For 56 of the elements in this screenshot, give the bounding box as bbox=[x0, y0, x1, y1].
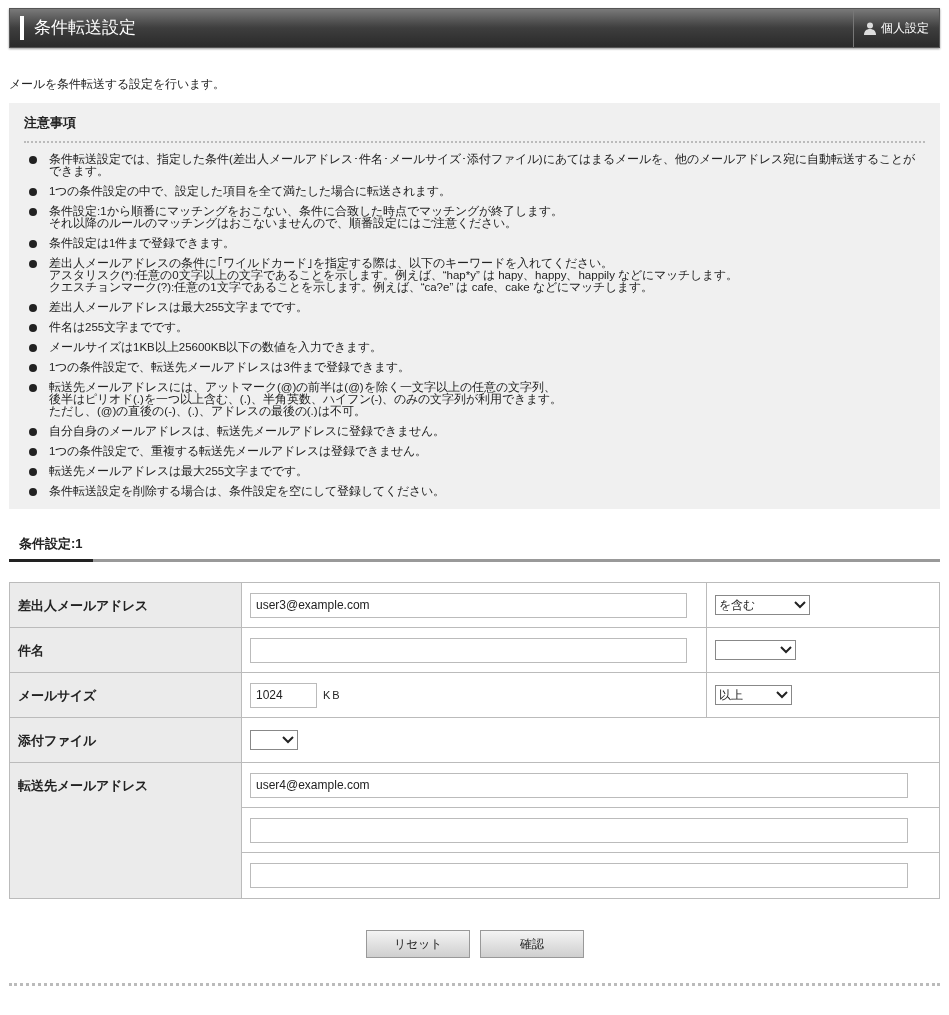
chevron-down-icon bbox=[282, 736, 294, 744]
personal-settings-link[interactable]: 個人設定 bbox=[853, 9, 939, 47]
dropdown[interactable] bbox=[250, 730, 298, 750]
field-label: 転送先メールアドレス bbox=[18, 778, 148, 793]
accent-bar bbox=[20, 16, 24, 40]
bullet-icon bbox=[29, 363, 37, 372]
bullet-icon bbox=[29, 303, 37, 312]
notes-title: 注意事項 bbox=[24, 113, 925, 143]
note-text: 条件設定は1件まで登録できます。 bbox=[49, 236, 236, 249]
bullet-icon bbox=[29, 467, 37, 476]
note-text: 条件設定:1から順番にマッチングをおこない、条件に合致した時点でマッチングが終了します。 それ以降のルールのマッチングはおこないませんので、順番設定にはご注意ください。 bbox=[49, 204, 563, 229]
note-text: メールサイズは1KB以上25600KB以下の数値を入力できます。 bbox=[49, 340, 383, 353]
input-field[interactable] bbox=[250, 637, 687, 663]
note-text: 1つの条件設定で、転送先メールアドレスは3件まで登録できます。 bbox=[49, 360, 410, 373]
note-text: 自分自身のメールアドレスは、転送先メールアドレスに登録できません。 bbox=[49, 424, 445, 437]
bullet-icon bbox=[29, 427, 37, 436]
bullet-icon bbox=[29, 187, 37, 196]
intro-text: メールを条件転送する設定を行います。 bbox=[9, 76, 226, 93]
bullet-icon bbox=[29, 239, 37, 248]
field-label: 差出人メールアドレス bbox=[18, 598, 148, 613]
input-field[interactable]: user3@example.com bbox=[250, 592, 687, 618]
bullet-icon bbox=[29, 343, 37, 352]
person-icon bbox=[864, 21, 876, 35]
bullet-icon bbox=[29, 383, 37, 392]
section-tab[interactable]: 条件設定:1 bbox=[9, 533, 93, 562]
form-button[interactable]: リセット bbox=[365, 930, 470, 958]
bullet-icon bbox=[29, 259, 37, 268]
bullet-icon bbox=[29, 207, 37, 216]
chevron-down-icon bbox=[780, 646, 792, 654]
input-field[interactable]: 1024 bbox=[250, 682, 317, 708]
bullet-icon bbox=[29, 487, 37, 496]
field-label: メールサイズ bbox=[18, 688, 96, 703]
note-text: 条件転送設定を削除する場合は、条件設定を空にして登録してください。 bbox=[49, 484, 445, 497]
note-text: 差出人メールアドレスは最大255文字までです。 bbox=[49, 300, 309, 313]
note-text: 転送先メールアドレスには、アットマーク(@)の前半は(@)を除く一文字以上の任意の文字列、 後半はピリオド(.)を一つ以上含む、(.)、半角英数、ハイフン(-)、のみの文字列が利用できます。 ただし、(@)の直後の(-)、(.)、アドレスの最後の(.)は不可。 bbox=[49, 380, 563, 417]
note-text: 1つの条件設定の中で、設定した項目を全て満たした場合に転送されます。 bbox=[49, 184, 452, 197]
input-field[interactable] bbox=[250, 817, 908, 843]
chevron-down-icon bbox=[794, 601, 806, 609]
field-label: 件名 bbox=[18, 643, 44, 658]
note-text: 転送先メールアドレスは最大255文字までです。 bbox=[49, 464, 309, 477]
input-field[interactable] bbox=[250, 863, 908, 888]
note-text: 差出人メールアドレスの条件に｢ワイルドカード｣を指定する際は、以下のキーワードを入れてください。 アスタリスク(*):任意の0文字以上の文字であることを示します。例えば、“hap*y” は hapy、happy、happily などにマッチします。 クエスチョンマーク(?):任意の1文字であることを示します。例えば、“ca?e” は cafe、cake などにマッチします。 bbox=[49, 256, 739, 293]
unit-label: KB bbox=[323, 687, 342, 703]
bullet-icon bbox=[29, 323, 37, 332]
field-label: 添付ファイル bbox=[18, 733, 96, 748]
form-button[interactable]: 確認 bbox=[479, 930, 584, 958]
bullet-icon bbox=[29, 447, 37, 456]
note-text: 条件転送設定では、指定した条件(差出人メールアドレス･件名･メールサイズ･添付ファイル)にあてはまるメールを、他のメールアドレス宛に自動転送することが できます。 bbox=[49, 152, 915, 177]
note-text: 1つの条件設定で、重複する転送先メールアドレスは登録できません。 bbox=[49, 444, 428, 457]
bullet-icon bbox=[29, 155, 37, 164]
page-title: 条件転送設定 bbox=[34, 17, 136, 40]
input-field[interactable]: user4@example.com bbox=[250, 772, 908, 798]
dropdown[interactable]: を含む bbox=[715, 595, 810, 615]
chevron-down-icon bbox=[776, 691, 788, 699]
note-text: 件名は255文字までです。 bbox=[49, 320, 189, 333]
dropdown[interactable]: 以上 bbox=[715, 685, 792, 705]
